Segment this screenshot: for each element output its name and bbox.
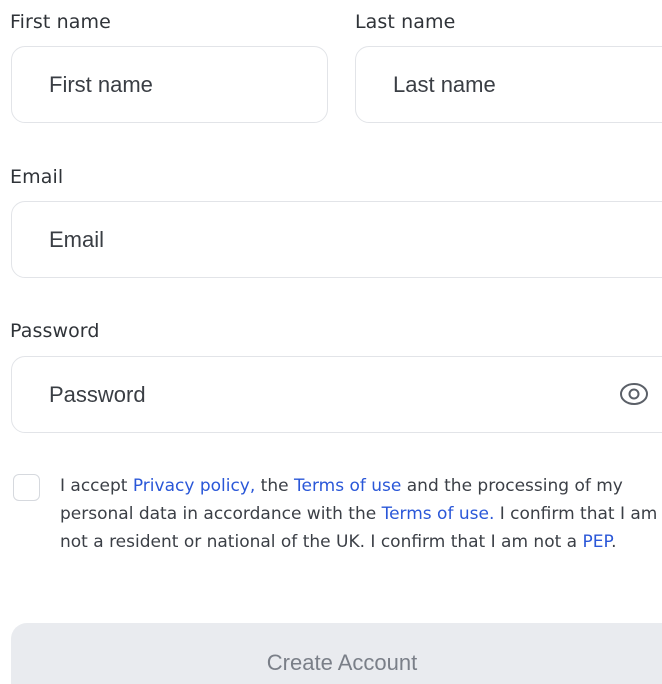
consent-text-part: the <box>255 476 294 496</box>
create-account-button[interactable]: Create Account <box>11 623 662 684</box>
terms-of-use-link-2[interactable]: Terms of use. <box>382 504 495 524</box>
first-name-placeholder: First name <box>49 71 153 97</box>
password-placeholder: Password <box>49 381 146 407</box>
create-account-label: Create Account <box>266 650 418 675</box>
last-name-placeholder: Last name <box>393 71 496 97</box>
consent-text-part: I accept <box>60 476 133 496</box>
consent-checkbox[interactable] <box>13 474 40 501</box>
first-name-label: First name <box>10 11 111 33</box>
email-placeholder: Email <box>49 226 105 252</box>
first-name-input[interactable]: First name <box>11 46 328 123</box>
signup-form: First name First name Last name Last nam… <box>0 0 662 684</box>
terms-of-use-link[interactable]: Terms of use <box>294 476 401 496</box>
privacy-policy-link[interactable]: Privacy policy, <box>133 476 255 496</box>
email-label: Email <box>10 166 64 188</box>
password-label: Password <box>10 320 100 342</box>
eye-icon[interactable] <box>618 378 650 410</box>
consent-text-part: . <box>611 532 617 552</box>
last-name-input[interactable]: Last name <box>355 46 662 123</box>
password-input[interactable]: Password <box>11 356 662 433</box>
pep-link[interactable]: PEP <box>583 532 612 552</box>
last-name-label: Last name <box>355 11 456 33</box>
email-input[interactable]: Email <box>11 201 662 278</box>
consent-text: I accept Privacy policy, the Terms of us… <box>60 472 662 556</box>
